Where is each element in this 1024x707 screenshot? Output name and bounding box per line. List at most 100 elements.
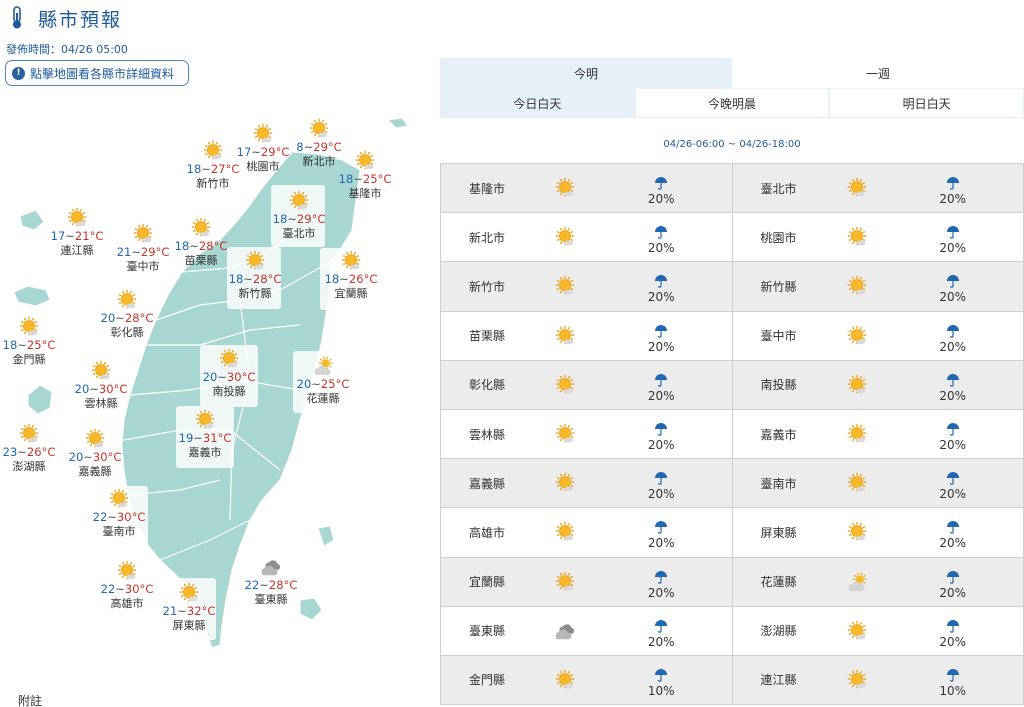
map-marker-kinmen[interactable]: 18~25°C 金門縣 (0, 316, 66, 366)
rain-probability-value: 20% (647, 487, 675, 502)
weather-icon-wrap (831, 620, 883, 642)
cloud-sun-icon (848, 572, 867, 591)
map-marker-taipei[interactable]: 18~29°C 臺北市 (262, 190, 336, 240)
map-marker-yunlin[interactable]: 20~30°C 雲林縣 (64, 360, 138, 410)
forecast-cell[interactable]: 金門縣 10% (441, 656, 732, 704)
temp-unit: °C (225, 162, 240, 176)
forecast-cell[interactable]: 新竹縣 20% (731, 262, 1024, 311)
forecast-cell[interactable]: 臺南市 20% (731, 459, 1024, 508)
map-marker-tainan[interactable]: 22~30°C 臺南市 (82, 488, 156, 538)
city-name: 苗栗縣 (469, 329, 506, 344)
map-marker-penghu[interactable]: 23~26°C 澎湖縣 (0, 423, 66, 473)
forecast-cell[interactable]: 嘉義縣 20% (441, 459, 732, 507)
forecast-cell[interactable]: 連江縣 10% (731, 655, 1024, 705)
map-marker-nantou[interactable]: 20~30°C 南投縣 (192, 348, 266, 398)
weather-icon-wrap (539, 669, 591, 691)
temp-separator: ~ (65, 229, 75, 243)
rain-probability: 20% (591, 416, 732, 452)
marker-temperature: 20~25°C (286, 377, 360, 391)
tab-today-tomorrow[interactable]: 今明 (440, 58, 732, 88)
low-temp: 19 (178, 431, 194, 445)
cloud-sun-icon (314, 356, 333, 376)
forecast-cell[interactable]: 臺中市 20% (731, 311, 1024, 360)
temp-separator: ~ (339, 272, 349, 286)
penghu-island (27, 384, 53, 415)
marker-temperature: 21~32°C (152, 604, 226, 618)
map-marker-hualien[interactable]: 20~25°C 花蓮縣 (286, 355, 360, 405)
map-marker-hsinchu-city[interactable]: 18~27°C 新竹市 (176, 140, 250, 190)
map-marker-pingtung[interactable]: 21~32°C 屏東縣 (152, 582, 226, 632)
temp-separator: ~ (353, 172, 363, 186)
sunny-icon (219, 348, 239, 368)
rain-probability: 10% (883, 662, 1024, 698)
city-name: 新竹市 (469, 279, 506, 294)
umbrella-icon (655, 472, 668, 485)
sunny-icon (847, 423, 866, 443)
map-marker-taitung[interactable]: 22~28°C 臺東縣 (234, 556, 308, 606)
forecast-cell[interactable]: 雲林縣 20% (441, 410, 732, 458)
marker-temperature: 18~25°C (0, 338, 66, 352)
marker-city-name: 臺北市 (282, 227, 316, 240)
temp-separator: ~ (193, 431, 203, 445)
forecast-cell[interactable]: 臺東縣 20% (441, 607, 732, 655)
rain-probability: 20% (591, 219, 732, 255)
umbrella-icon (946, 226, 959, 240)
forecast-cell[interactable]: 嘉義市 20% (731, 409, 1024, 459)
rain-probability-value: 20% (647, 388, 675, 403)
forecast-cell[interactable]: 桃園市 20% (731, 213, 1024, 262)
forecast-cell[interactable]: 澎湖縣 20% (731, 606, 1024, 655)
forecast-cell[interactable]: 新北市 20% (441, 213, 732, 261)
forecast-cell[interactable]: 南投縣 20% (731, 360, 1024, 409)
temp-separator: ~ (311, 377, 321, 391)
rain-probability-value: 20% (939, 438, 967, 453)
marker-city-name: 澎湖縣 (12, 460, 46, 473)
footnote-link[interactable]: 附註 (18, 692, 42, 707)
city-name: 金門縣 (469, 673, 506, 688)
table-row: 雲林縣 20% 嘉義市 20% (440, 409, 1024, 460)
umbrella-icon (946, 373, 959, 387)
marker-city-name: 嘉義市 (188, 446, 222, 459)
rain-probability-value: 10% (647, 683, 675, 698)
forecast-cell[interactable]: 彰化縣 20% (441, 361, 732, 409)
temp-unit: °C (283, 578, 298, 592)
forecast-cell[interactable]: 新竹市 20% (441, 262, 732, 310)
temp-unit: °C (41, 338, 56, 352)
rain-probability: 20% (591, 170, 732, 206)
forecast-cell[interactable]: 臺北市 20% (731, 164, 1024, 213)
marker-temperature: 20~28°C (90, 311, 164, 325)
map-marker-lienchiang[interactable]: 17~21°C 連江縣 (40, 207, 114, 257)
tab-tonight[interactable]: 今晚明晨 (634, 88, 830, 118)
forecast-cell[interactable]: 苗栗縣 20% (441, 312, 732, 360)
map-marker-hsinchu-county[interactable]: 18~28°C 新竹縣 (218, 250, 292, 300)
tab-today-day[interactable]: 今日白天 (440, 88, 635, 118)
forecast-cell[interactable]: 基隆市 20% (441, 164, 732, 212)
rain-probability-value: 20% (939, 290, 967, 305)
sunny-icon (847, 620, 866, 640)
weather-icon-wrap (831, 275, 883, 297)
city-name: 臺中市 (760, 329, 797, 344)
map-marker-yilan[interactable]: 18~26°C 宜蘭縣 (314, 250, 388, 300)
marker-temperature: 22~28°C (234, 578, 308, 592)
map-marker-keelung[interactable]: 18~25°C 基隆市 (328, 150, 402, 200)
forecast-cell[interactable]: 屏東縣 20% (731, 508, 1024, 557)
temp-unit: °C (201, 604, 216, 618)
map-marker-chiayi-city[interactable]: 19~31°C 嘉義市 (168, 409, 242, 459)
rain-probability: 20% (883, 219, 1024, 255)
umbrella-icon (946, 619, 959, 633)
tab-tomorrow-day[interactable]: 明日白天 (829, 88, 1024, 118)
tab-week[interactable]: 一週 (732, 58, 1024, 88)
temp-separator: ~ (217, 370, 227, 384)
high-temp: 30 (92, 450, 108, 464)
umbrella-icon (946, 275, 959, 289)
forecast-cell[interactable]: 高雄市 20% (441, 508, 732, 556)
high-temp: 28 (198, 239, 214, 253)
city-name: 連江縣 (760, 673, 797, 688)
map-marker-chiayi-county[interactable]: 20~30°C 嘉義縣 (58, 428, 132, 478)
weather-icon-wrap (831, 374, 883, 396)
rain-probability: 20% (591, 465, 732, 501)
forecast-cell[interactable]: 宜蘭縣 20% (441, 558, 732, 606)
forecast-cell[interactable]: 花蓮縣 20% (731, 557, 1024, 606)
map-marker-changhua[interactable]: 20~28°C 彰化縣 (90, 289, 164, 339)
umbrella-icon (946, 570, 959, 584)
temp-unit: °C (139, 311, 154, 325)
